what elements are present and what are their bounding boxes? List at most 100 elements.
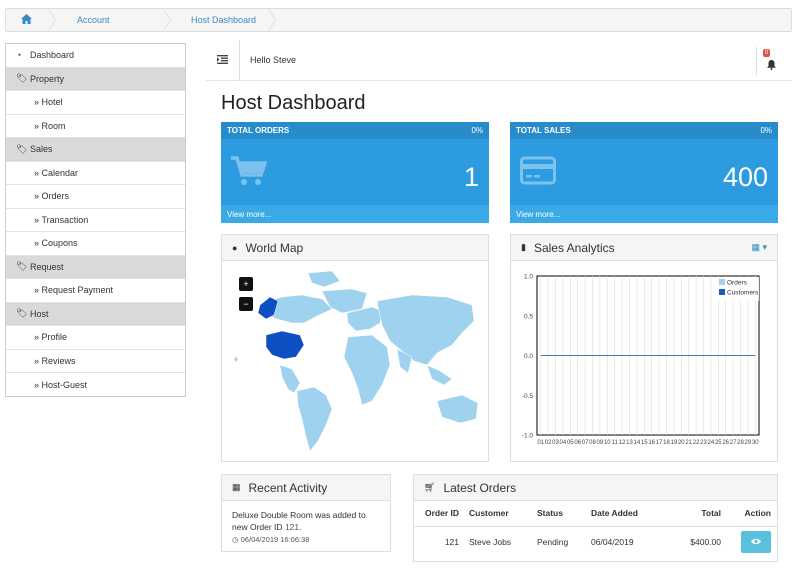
column-header: Status: [537, 501, 591, 527]
notification-badge: 0: [763, 49, 771, 57]
x-tick-label: 24: [708, 440, 715, 446]
x-tick-label: 17: [656, 440, 663, 446]
dashboard-icon: ◔: [16, 50, 22, 61]
double-chevron-icon: »: [34, 332, 42, 343]
bar-chart-icon: ▮: [521, 242, 526, 252]
table-row: 121 Steve Jobs Pending 06/04/2019 $400.0…: [414, 526, 777, 558]
sidebar-item-calendar[interactable]: » Calendar: [6, 162, 185, 185]
sidebar-item-transaction[interactable]: » Transaction: [6, 209, 185, 232]
activity-time: ◷ 06/04/2019 16:06:38: [232, 535, 309, 544]
sidebar-item-profile[interactable]: » Profile: [6, 326, 185, 350]
cart-icon: 🛒︎: [424, 482, 436, 492]
activity-time-text: 06/04/2019 16:06:38: [240, 535, 310, 544]
x-tick-label: 06: [574, 440, 581, 446]
x-tick-label: 20: [678, 440, 685, 446]
top-bar: Hello Steve 0: [206, 39, 792, 81]
x-tick-label: 10: [604, 440, 611, 446]
total-orders-card: TOTAL ORDERS 0% 1 View more...: [221, 122, 489, 223]
x-tick-label: 15: [641, 440, 648, 446]
x-tick-label: 05: [567, 440, 574, 446]
sidebar-item-label: Transaction: [41, 214, 89, 225]
sidebar-item-host-guest[interactable]: » Host-Guest: [6, 373, 185, 397]
panel-title: World Map: [245, 240, 304, 255]
sidebar-item-label: Profile: [41, 332, 68, 343]
tags-icon: 🏷︎: [16, 308, 28, 319]
bell-icon: [767, 60, 776, 73]
y-tick-label: -1.0: [522, 433, 534, 440]
breadcrumb-home[interactable]: [6, 9, 56, 31]
sidebar-section-request[interactable]: 🏷︎ Request: [6, 255, 185, 279]
calendar-icon: ▦: [232, 482, 241, 492]
home-icon: [20, 14, 32, 26]
sidebar-item-request-payment[interactable]: » Request Payment: [6, 279, 185, 303]
view-order-button[interactable]: [741, 531, 771, 554]
date-cell: 06/04/2019: [591, 537, 634, 548]
world-map-panel: ● World Map + −: [221, 234, 489, 462]
status-cell: Pending: [537, 537, 569, 548]
view-more-link[interactable]: View more...: [221, 205, 489, 223]
x-tick-label: 12: [619, 440, 626, 446]
card-title: TOTAL ORDERS: [227, 126, 290, 135]
double-chevron-icon: »: [34, 355, 42, 366]
greeting-text: Hello Steve: [250, 55, 297, 65]
x-tick-label: 27: [730, 440, 737, 446]
breadcrumb: Account Host Dashboard: [5, 8, 792, 32]
view-more-link[interactable]: View more...: [510, 205, 778, 223]
tags-icon: 🏷︎: [16, 73, 28, 84]
total-cell: $400.00: [690, 537, 721, 548]
world-map-svg: [233, 270, 479, 452]
double-chevron-icon: »: [34, 379, 42, 390]
x-tick-label: 08: [589, 440, 596, 446]
double-chevron-icon: »: [34, 214, 42, 225]
sidebar-item-reviews[interactable]: » Reviews: [6, 350, 185, 373]
panel-title: Sales Analytics: [533, 240, 615, 255]
cart-icon: [231, 156, 268, 186]
page-title: Host Dashboard: [221, 92, 366, 114]
sidebar-item-room[interactable]: » Room: [6, 115, 185, 138]
notifications-button[interactable]: 0: [756, 47, 780, 75]
sidebar-section-property[interactable]: 🏷︎ Property: [6, 67, 185, 91]
caret-down-icon: ▾: [762, 242, 767, 252]
y-tick-label: 1.0: [524, 274, 533, 281]
x-tick-label: 23: [700, 440, 707, 446]
sidebar-item-coupons[interactable]: » Coupons: [6, 232, 185, 256]
y-tick-label: 0.5: [524, 313, 533, 320]
calendar-dropdown-button[interactable]: ▦ ▾: [751, 242, 767, 253]
sidebar-item-label: Calendar: [41, 167, 79, 178]
activity-item: Deluxe Double Room was added to new Orde…: [222, 501, 390, 554]
sidebar-section-host[interactable]: 🏷︎ Host: [6, 302, 185, 326]
sidebar-item-orders[interactable]: » Orders: [6, 185, 185, 209]
sidebar-section-label: Request: [30, 261, 64, 272]
activity-order-id: 121: [284, 522, 300, 532]
sidebar-section-label: Host: [30, 308, 49, 319]
sidebar-toggle-button[interactable]: [206, 39, 240, 81]
panel-title: Latest Orders: [443, 480, 517, 495]
x-tick-label: 01: [537, 440, 544, 446]
x-tick-label: 16: [648, 440, 655, 446]
x-tick-label: 07: [582, 440, 589, 446]
sidebar-item-label: Dashboard: [30, 50, 75, 61]
sales-analytics-panel: ▮ Sales Analytics ▦ ▾ 1.0 0.5 0.0 -0.5 -1.0 01…: [510, 234, 778, 462]
eye-icon: [751, 537, 761, 547]
x-tick-label: 03: [552, 440, 559, 446]
panel-header: ▮ Sales Analytics ▦ ▾: [511, 235, 777, 261]
world-map[interactable]: + −: [222, 261, 488, 461]
action-cell: [721, 526, 777, 558]
x-tick-label: 18: [663, 440, 670, 446]
x-tick-label: 11: [612, 440, 619, 446]
sidebar-item-dashboard[interactable]: ◔ Dashboard: [6, 44, 185, 68]
legend-swatch: [719, 279, 725, 285]
x-tick-label: 22: [693, 440, 700, 446]
x-tick-label: 19: [671, 440, 678, 446]
sidebar-item-hotel[interactable]: » Hotel: [6, 91, 185, 115]
globe-icon: ●: [232, 242, 238, 253]
sidebar-item-label: Hotel: [41, 97, 63, 108]
card-percent: 0%: [760, 126, 772, 135]
breadcrumb-account[interactable]: Account: [56, 9, 171, 31]
x-tick-label: 02: [545, 440, 552, 446]
sidebar-section-sales[interactable]: 🏷︎ Sales: [6, 138, 185, 162]
y-tick-label: -0.5: [522, 393, 534, 400]
x-tick-label: 21: [685, 440, 692, 446]
x-tick-label: 25: [715, 440, 722, 446]
breadcrumb-host-dashboard[interactable]: Host Dashboard: [171, 9, 276, 31]
